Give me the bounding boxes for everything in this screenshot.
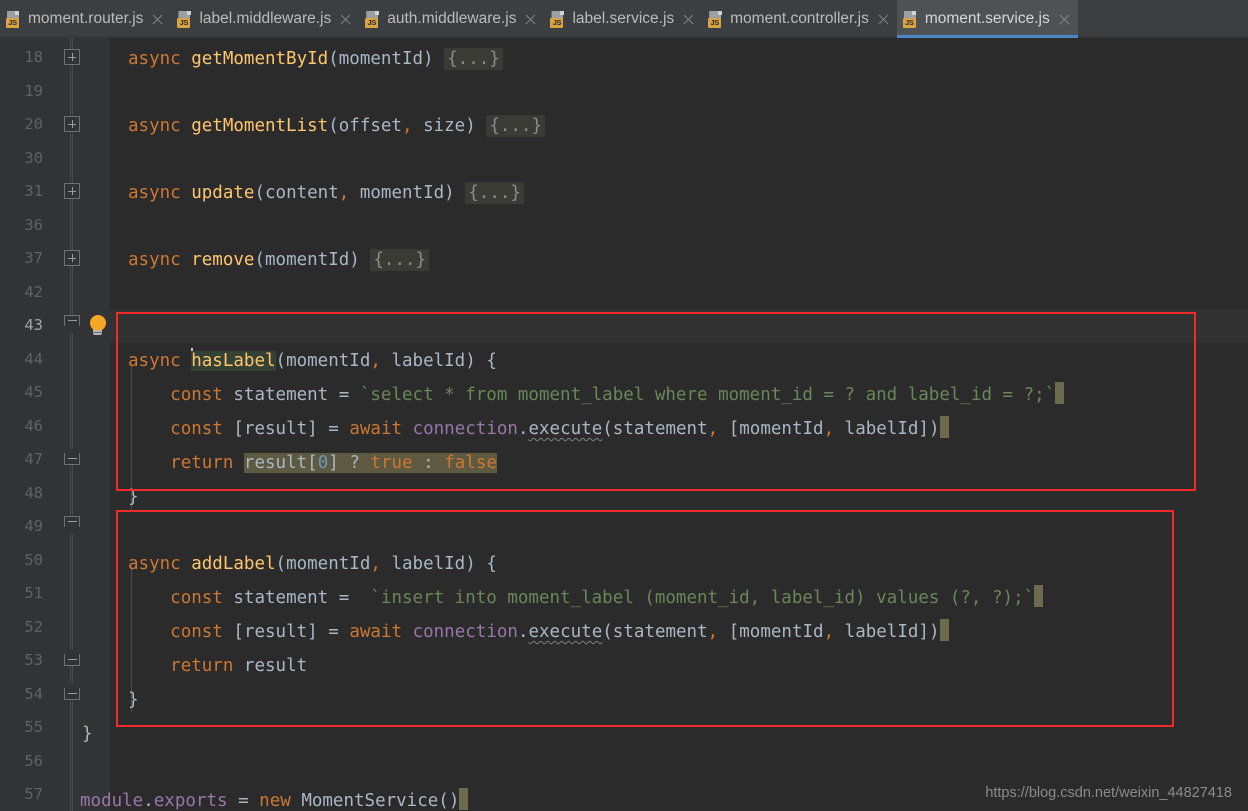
tab-moment-router-js[interactable]: JS moment.router.js [0, 0, 171, 38]
line-number-18[interactable]: 18 [0, 41, 43, 75]
line-number-45[interactable]: 45 [0, 376, 43, 410]
tab-label: label.service.js [572, 10, 675, 27]
line-number-19[interactable]: 19 [0, 75, 43, 109]
tab-label-middleware-js[interactable]: JS label.middleware.js [171, 0, 359, 38]
tab-label: moment.router.js [28, 10, 144, 27]
code-line-45[interactable]: const [result] = await connection.execut… [128, 413, 949, 447]
code-content[interactable]: async getMomentById(momentId) {...} asyn… [70, 38, 1248, 811]
close-icon[interactable] [1058, 13, 1071, 26]
fold-expand-icon-line-31[interactable] [64, 183, 80, 199]
fold-region-end-icon-line-54[interactable] [64, 682, 80, 702]
code-line-18[interactable]: async getMomentById(momentId) {...} [128, 43, 503, 77]
line-number-55[interactable]: 55 [0, 711, 43, 745]
code-line-37[interactable]: async remove(momentId) {...} [128, 244, 430, 278]
editor-tab-bar: JS moment.router.js JS label.middleware.js J… [0, 0, 1248, 38]
fold-collapse-icon-line-49[interactable] [64, 516, 80, 536]
code-line-47[interactable]: } [128, 481, 139, 515]
line-number-37[interactable]: 37 [0, 242, 43, 276]
line-number-49[interactable]: 49 [0, 510, 43, 544]
line-number-46[interactable]: 46 [0, 410, 43, 444]
fold-region-end-icon-line-53[interactable] [64, 649, 80, 668]
tab-auth-middleware-js[interactable]: JS auth.middleware.js [359, 0, 544, 38]
line-number-30[interactable]: 30 [0, 142, 43, 176]
line-number-48[interactable]: 48 [0, 477, 43, 511]
line-number-42[interactable]: 42 [0, 276, 43, 310]
code-line-51[interactable]: const [result] = await connection.execut… [128, 616, 949, 650]
js-badge: JS [6, 17, 19, 28]
fold-expand-icon-line-18[interactable] [64, 49, 80, 65]
close-icon[interactable] [524, 13, 537, 26]
line-number-36[interactable]: 36 [0, 209, 43, 243]
tab-label: moment.service.js [924, 10, 1050, 27]
tab-moment-service-js[interactable]: JS moment.service.js [896, 0, 1078, 38]
editor-gutter[interactable]: 18 19 20 30 31 36 37 42 43 44 45 46 47 48 49 50 51 52 53 54… [0, 38, 110, 811]
close-icon[interactable] [151, 13, 164, 26]
line-number-52[interactable]: 52 [0, 611, 43, 645]
fold-collapse-icon-line-43[interactable] [64, 315, 80, 335]
js-badge: JS [177, 17, 191, 28]
line-number-50[interactable]: 50 [0, 544, 43, 578]
line-number-20[interactable]: 20 [0, 108, 43, 142]
tab-label-service-js[interactable]: JS label.service.js [544, 0, 702, 38]
code-line-54[interactable]: } [82, 718, 93, 752]
close-icon[interactable] [682, 13, 695, 26]
tab-label: auth.middleware.js [387, 10, 517, 27]
line-number-47[interactable]: 47 [0, 443, 43, 477]
line-number-57[interactable]: 57 [0, 778, 43, 811]
code-line-20[interactable]: async getMomentList(offset, size) {...} [128, 110, 545, 144]
close-icon[interactable] [877, 13, 890, 26]
code-line-43[interactable]: async hasLabel(momentId, labelId) { [128, 345, 497, 379]
js-badge: JS [550, 17, 564, 28]
js-file-icon: JS [550, 10, 566, 28]
line-number-44[interactable]: 44 [0, 343, 43, 377]
line-number-51[interactable]: 51 [0, 577, 43, 611]
code-line-56[interactable]: module.exports = new MomentService() [80, 785, 469, 811]
code-editor[interactable]: 18 19 20 30 31 36 37 42 43 44 45 46 47 48 49 50 51 52 53 54… [0, 38, 1248, 811]
line-number-43[interactable]: 43 [0, 309, 43, 343]
line-number-53[interactable]: 53 [0, 644, 43, 678]
line-number-56[interactable]: 56 [0, 745, 43, 779]
fold-expand-icon-line-37[interactable] [64, 250, 80, 266]
close-icon[interactable] [339, 13, 352, 26]
js-file-icon: JS [6, 10, 22, 28]
fold-region-end-icon-line-47[interactable] [64, 448, 80, 467]
js-badge: JS [902, 17, 916, 28]
js-badge: JS [365, 17, 379, 28]
watermark: https://blog.csdn.net/weixin_44827418 [985, 785, 1232, 801]
code-line-31[interactable]: async update(content, momentId) {...} [128, 177, 524, 211]
code-line-49[interactable]: async addLabel(momentId, labelId) { [128, 548, 497, 582]
lightbulb-icon[interactable] [88, 315, 107, 337]
code-line-46[interactable]: return result[0] ? true : false [128, 447, 497, 481]
js-file-icon: JS [902, 10, 919, 28]
js-file-icon: JS [708, 10, 724, 28]
line-number-54[interactable]: 54 [0, 678, 43, 712]
code-line-52[interactable]: return result [128, 650, 307, 684]
code-line-53[interactable]: } [128, 684, 139, 718]
code-line-44[interactable]: const statement = `select * from moment_… [128, 379, 1065, 413]
code-line-50[interactable]: const statement = `insert into moment_la… [128, 582, 1044, 616]
tab-label: label.middleware.js [199, 10, 332, 27]
js-file-icon: JS [365, 10, 381, 28]
js-file-icon: JS [177, 10, 193, 28]
tab-label: moment.controller.js [730, 10, 869, 27]
js-badge: JS [708, 17, 722, 28]
fold-expand-icon-line-20[interactable] [64, 116, 80, 132]
tab-moment-controller-js[interactable]: JS moment.controller.js [702, 0, 897, 38]
line-number-31[interactable]: 31 [0, 175, 43, 209]
